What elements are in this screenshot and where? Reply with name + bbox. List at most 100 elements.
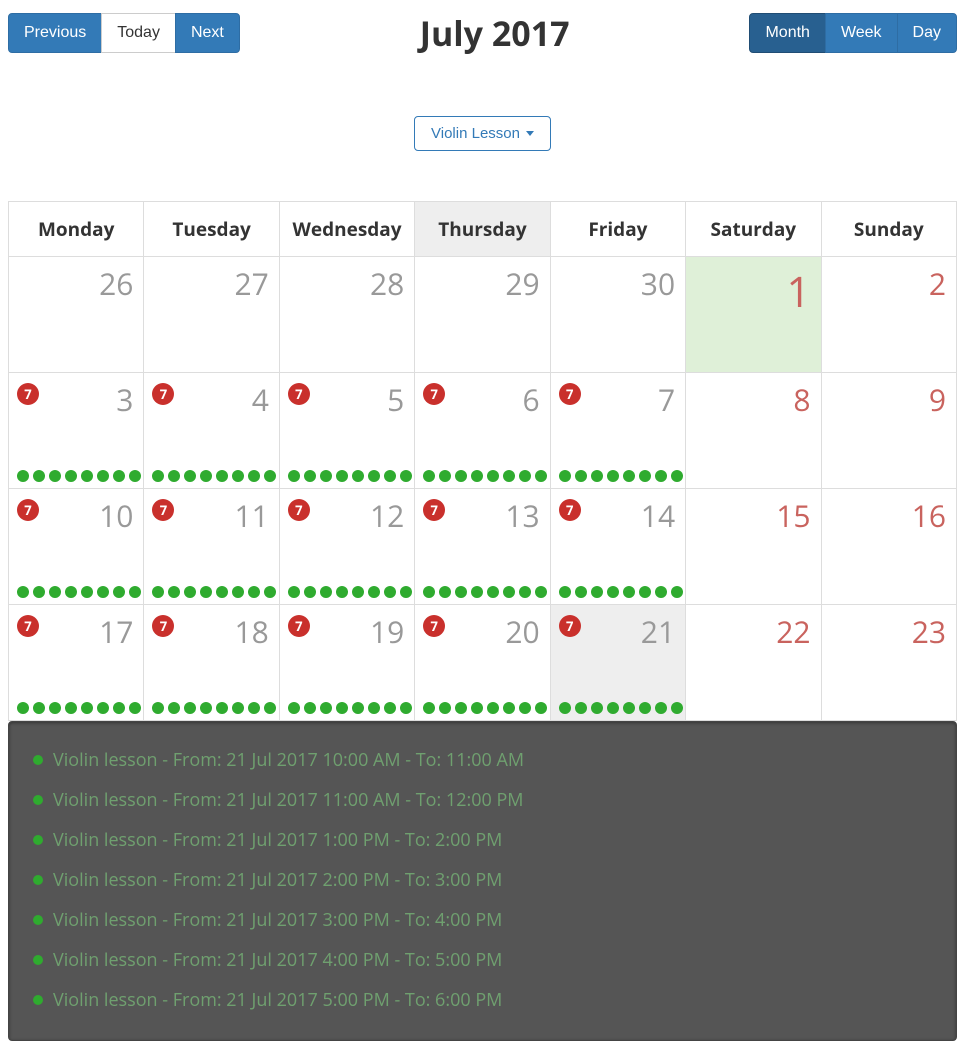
event-dot-icon (248, 586, 260, 598)
calendar-day-cell[interactable]: 197 (279, 605, 414, 721)
event-dots (152, 586, 276, 598)
event-dot-icon (639, 702, 651, 714)
day-detail-panel: Violin lesson - From: 21 Jul 2017 10:00 … (8, 721, 957, 1041)
calendar-day-cell[interactable]: 187 (144, 605, 279, 721)
event-dot-icon (168, 586, 180, 598)
event-count-badge: 7 (288, 499, 310, 521)
today-button[interactable]: Today (101, 13, 176, 53)
lesson-filter-dropdown[interactable]: Violin Lesson (414, 116, 551, 151)
event-count-badge: 7 (559, 383, 581, 405)
event-dot-icon (216, 470, 228, 482)
calendar-day-cell[interactable]: 77 (550, 373, 685, 489)
event-dot-icon (607, 702, 619, 714)
event-dot-icon (655, 702, 667, 714)
event-dot-icon (129, 586, 141, 598)
event-dot-icon (264, 702, 276, 714)
day-number: 7 (658, 379, 675, 420)
view-day-button[interactable]: Day (897, 13, 957, 53)
calendar-day-cell[interactable]: 177 (9, 605, 144, 721)
calendar-day-cell[interactable]: 137 (415, 489, 550, 605)
event-dot-icon (671, 586, 683, 598)
calendar-day-cell[interactable]: 23 (821, 605, 956, 721)
event-dot-icon (184, 586, 196, 598)
calendar-day-cell[interactable]: 47 (144, 373, 279, 489)
calendar-day-cell[interactable]: 127 (279, 489, 414, 605)
view-month-button[interactable]: Month (749, 13, 825, 53)
event-count-badge: 7 (17, 383, 39, 405)
calendar-day-cell[interactable]: 217 (550, 605, 685, 721)
event-dot-icon (423, 702, 435, 714)
event-dot-icon (623, 702, 635, 714)
calendar-day-cell[interactable]: 107 (9, 489, 144, 605)
calendar-day-cell[interactable]: 1 (686, 257, 821, 373)
event-dot-icon (97, 470, 109, 482)
day-number: 22 (776, 611, 810, 652)
event-dot-icon (535, 702, 547, 714)
calendar-day-cell[interactable]: 22 (686, 605, 821, 721)
event-dot-icon (535, 586, 547, 598)
event-count-badge: 7 (17, 499, 39, 521)
event-dot-icon (65, 470, 77, 482)
calendar-day-cell[interactable]: 16 (821, 489, 956, 605)
event-dot-icon (400, 702, 412, 714)
event-list-item[interactable]: Violin lesson - From: 21 Jul 2017 5:00 P… (33, 980, 932, 1020)
event-dot-icon (671, 702, 683, 714)
event-list-item[interactable]: Violin lesson - From: 21 Jul 2017 1:00 P… (33, 820, 932, 860)
event-dot-icon (384, 470, 396, 482)
calendar-day-cell[interactable]: 117 (144, 489, 279, 605)
event-label: Violin lesson - From: 21 Jul 2017 1:00 P… (53, 828, 502, 852)
calendar-day-cell[interactable]: 29 (415, 257, 550, 373)
event-dot-icon (97, 702, 109, 714)
event-dot-icon (264, 470, 276, 482)
day-number: 15 (776, 495, 810, 536)
event-dot-icon (591, 586, 603, 598)
event-list-item[interactable]: Violin lesson - From: 21 Jul 2017 2:00 P… (33, 860, 932, 900)
calendar-day-cell[interactable]: 9 (821, 373, 956, 489)
view-week-button[interactable]: Week (825, 13, 898, 53)
event-dot-icon (607, 586, 619, 598)
previous-button[interactable]: Previous (8, 13, 102, 53)
calendar-day-cell[interactable]: 26 (9, 257, 144, 373)
calendar-day-cell[interactable]: 28 (279, 257, 414, 373)
calendar-day-cell[interactable]: 207 (415, 605, 550, 721)
calendar-day-cell[interactable]: 27 (144, 257, 279, 373)
event-dot-icon (639, 470, 651, 482)
event-dot-icon (216, 586, 228, 598)
calendar-day-cell[interactable]: 15 (686, 489, 821, 605)
event-label: Violin lesson - From: 21 Jul 2017 10:00 … (53, 748, 524, 772)
event-count-badge: 7 (288, 383, 310, 405)
event-dot-icon (519, 470, 531, 482)
event-list-item[interactable]: Violin lesson - From: 21 Jul 2017 10:00 … (33, 740, 932, 780)
event-dot-icon (152, 586, 164, 598)
calendar-day-cell[interactable]: 67 (415, 373, 550, 489)
day-number: 6 (523, 379, 540, 420)
calendar-day-cell[interactable]: 8 (686, 373, 821, 489)
next-button[interactable]: Next (175, 13, 240, 53)
calendar-toolbar: Previous Today Next July 2017 Month Week… (8, 10, 957, 56)
event-dots (152, 702, 276, 714)
day-number: 16 (912, 495, 946, 536)
event-list-item[interactable]: Violin lesson - From: 21 Jul 2017 11:00 … (33, 780, 932, 820)
calendar-day-cell[interactable]: 147 (550, 489, 685, 605)
event-dot-icon (503, 586, 515, 598)
event-dot-icon (336, 702, 348, 714)
calendar-day-cell[interactable]: 30 (550, 257, 685, 373)
day-number: 28 (370, 263, 404, 304)
day-number: 9 (929, 379, 946, 420)
event-label: Violin lesson - From: 21 Jul 2017 3:00 P… (53, 908, 502, 932)
calendar-day-cell[interactable]: 57 (279, 373, 414, 489)
event-dot-icon (81, 586, 93, 598)
event-dot-icon (81, 702, 93, 714)
event-dot-icon (113, 702, 125, 714)
event-list-item[interactable]: Violin lesson - From: 21 Jul 2017 3:00 P… (33, 900, 932, 940)
event-list-item[interactable]: Violin lesson - From: 21 Jul 2017 4:00 P… (33, 940, 932, 980)
calendar-day-cell[interactable]: 37 (9, 373, 144, 489)
day-number: 8 (793, 379, 810, 420)
event-dot-icon (439, 470, 451, 482)
event-dot-icon (607, 470, 619, 482)
filter-row: Violin Lesson (8, 116, 957, 151)
calendar-day-cell[interactable]: 2 (821, 257, 956, 373)
event-dot-icon (304, 702, 316, 714)
event-dot-icon (320, 702, 332, 714)
weekday-header: Tuesday (144, 202, 279, 257)
